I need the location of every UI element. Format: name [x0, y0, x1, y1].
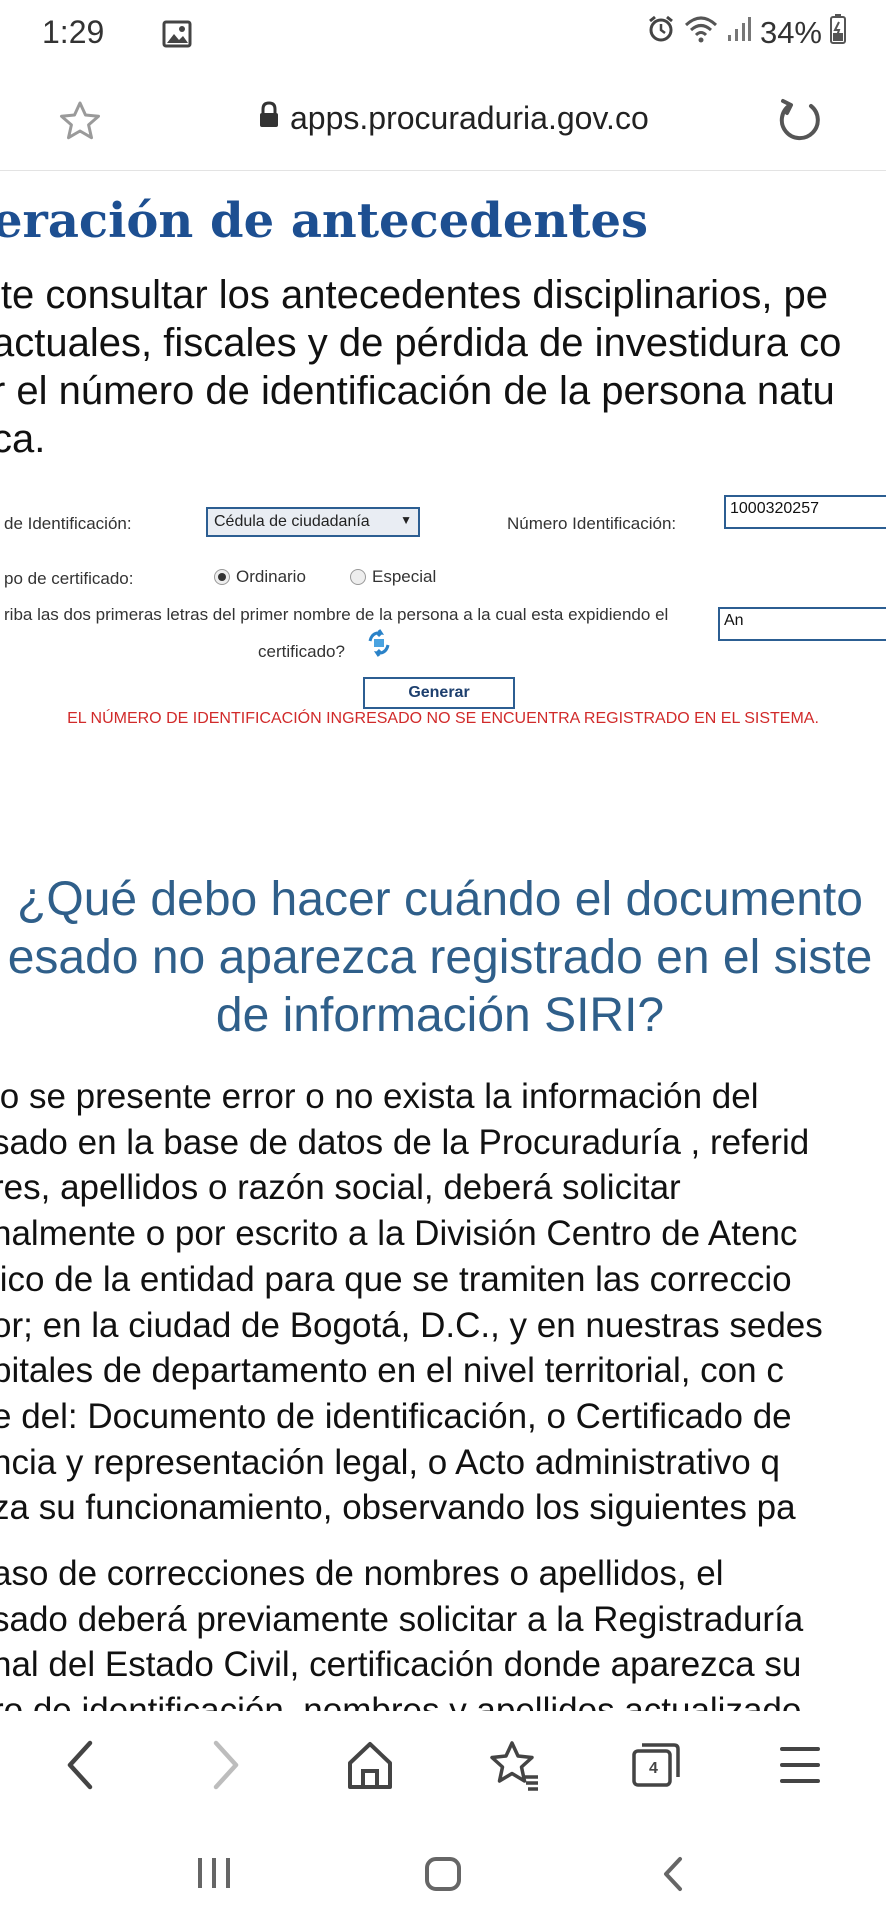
recent-apps-icon[interactable]	[196, 1856, 232, 1895]
chevron-down-icon: ▼	[400, 513, 412, 527]
numero-identificacion-label: Número Identificación:	[507, 514, 677, 533]
battery-percent: 34%	[759, 15, 822, 50]
letras-label-continued: certificado?	[258, 642, 345, 661]
paragraph-line: za su funcionamiento, observando los sig…	[0, 1488, 796, 1528]
faq-title-line: de información SIRI?	[215, 989, 665, 1042]
letras-value: An	[724, 612, 744, 629]
system-back-icon[interactable]	[660, 1856, 688, 1897]
signal-icon	[726, 15, 752, 51]
paragraph-line: e del: Documento de identificación, o Ce…	[0, 1396, 792, 1436]
intro-line: ite consultar los antecedentes disciplin…	[0, 273, 829, 317]
letras-input[interactable]: An	[718, 607, 886, 641]
tipo-identificacion-value: Cédula de ciudadanía	[214, 513, 370, 530]
tab-count: 4	[649, 1760, 658, 1777]
paragraph-line: lo se presente error o no exista la info…	[0, 1077, 759, 1116]
radio-ordinario-label: Ordinario	[236, 567, 306, 586]
faq-title: ¿Qué debo hacer cuándo el documento esad…	[0, 871, 886, 1045]
reload-icon[interactable]	[776, 96, 824, 149]
faq-title-line: esado no aparezca registrado en el siste	[7, 931, 873, 984]
lock-icon	[258, 100, 280, 137]
forward-icon[interactable]	[202, 1739, 246, 1796]
status-time: 1:29	[42, 14, 105, 50]
paragraph-line: aso de correcciones de nombres o apellid…	[0, 1554, 724, 1593]
bookmarks-icon[interactable]	[488, 1739, 540, 1796]
wifi-icon	[684, 15, 718, 51]
status-icons: 34%	[646, 14, 846, 52]
menu-icon[interactable]	[778, 1739, 822, 1796]
battery-icon	[830, 14, 846, 52]
numero-identificacion-value: 1000320257	[730, 500, 819, 517]
url-text: apps.procuraduria.gov.co	[290, 100, 649, 136]
paragraph-line: or; en la ciudad de Bogotá, D.C., y en n…	[0, 1305, 823, 1345]
paragraph-line: ncia y representación legal, o Acto admi…	[0, 1442, 780, 1482]
paragraph-line: sado en la base de datos de la Procuradu…	[0, 1122, 810, 1162]
faq-title-line: ¿Qué debo hacer cuándo el documento	[17, 873, 863, 926]
generar-button[interactable]: Generar	[363, 677, 515, 709]
intro-text: ite consultar los antecedentes disciplin…	[0, 271, 841, 463]
numero-identificacion-input[interactable]: 1000320257	[724, 495, 886, 529]
paragraph-line: nalmente o por escrito a la División Cen…	[0, 1214, 798, 1254]
tipo-identificacion-select[interactable]: Cédula de ciudadanía ▼	[206, 507, 420, 537]
web-content: eración de antecedentes ite consultar lo…	[0, 171, 886, 1711]
paragraph-line: nal del Estado Civil, certificación dond…	[0, 1645, 802, 1685]
alarm-icon	[646, 14, 676, 52]
radio-especial[interactable]: Especial	[350, 567, 436, 587]
status-bar: 1:29 34%	[0, 0, 886, 70]
home-icon[interactable]	[345, 1739, 395, 1796]
captcha-refresh-icon[interactable]	[366, 629, 392, 662]
radio-selected-icon	[214, 569, 230, 585]
back-icon[interactable]	[60, 1739, 104, 1796]
paragraph-line: ro de identificación, nombres y apellido…	[0, 1691, 802, 1711]
paragraph-line: res, apellidos o razón social, deberá so…	[0, 1168, 681, 1208]
system-nav-bar	[0, 1821, 886, 1920]
intro-line: actuales, fiscales y de pérdida de inves…	[0, 321, 842, 365]
browser-toolbar: apps.procuraduria.gov.co	[0, 70, 886, 171]
image-icon	[162, 20, 192, 53]
tipo-certificado-label: po de certificado:	[4, 569, 134, 588]
faq-paragraph-1: lo se presente error o no exista la info…	[0, 1074, 823, 1531]
paragraph-line: pitales de departamento en el nivel terr…	[0, 1351, 784, 1391]
faq-paragraph-2: aso de correcciones de nombres o apellid…	[0, 1551, 803, 1711]
browser-bottom-nav: 4	[0, 1711, 886, 1821]
page-title: eración de antecedentes	[0, 193, 649, 249]
tipo-identificacion-label: de Identificación:	[4, 514, 132, 533]
bookmark-star-icon[interactable]	[58, 100, 102, 147]
intro-line: r el número de identificación de la pers…	[0, 369, 835, 413]
radio-ordinario[interactable]: Ordinario	[214, 567, 306, 587]
paragraph-line: sado deberá previamente solicitar a la R…	[0, 1599, 804, 1639]
home-button-icon[interactable]	[424, 1856, 462, 1897]
error-message: EL NÚMERO DE IDENTIFICACIÓN INGRESADO NO…	[67, 710, 819, 727]
paragraph-line: lico de la entidad para que se tramiten …	[0, 1259, 792, 1299]
radio-unselected-icon	[350, 569, 366, 585]
radio-especial-label: Especial	[372, 567, 437, 586]
intro-line: ca.	[0, 417, 46, 461]
address-bar[interactable]: apps.procuraduria.gov.co	[258, 100, 649, 137]
letras-label: riba las dos primeras letras del primer …	[4, 605, 669, 624]
